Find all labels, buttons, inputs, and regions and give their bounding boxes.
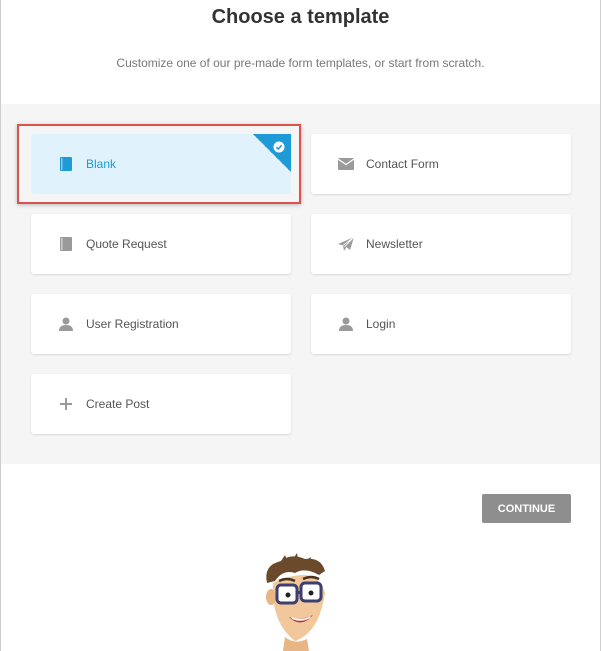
- template-card-quote-request[interactable]: Quote Request: [31, 214, 291, 274]
- template-card-login[interactable]: Login: [311, 294, 571, 354]
- template-label: User Registration: [86, 317, 179, 331]
- book-icon: [58, 156, 74, 172]
- template-card-newsletter[interactable]: Newsletter: [311, 214, 571, 274]
- template-grid: Blank Contact Form Quote Request Newslet…: [1, 104, 600, 464]
- template-label: Blank: [86, 157, 117, 171]
- template-card-blank[interactable]: Blank: [31, 134, 291, 194]
- plus-icon: [58, 396, 74, 412]
- check-circle-icon: [273, 140, 285, 153]
- mascot-illustration: [266, 553, 325, 651]
- selected-corner-badge: [253, 134, 291, 172]
- template-label: Login: [366, 317, 396, 331]
- continue-button[interactable]: CONTINUE: [482, 494, 571, 523]
- template-card-contact-form[interactable]: Contact Form: [311, 134, 571, 194]
- envelope-icon: [338, 156, 354, 172]
- template-label: Contact Form: [366, 157, 439, 171]
- page-subtitle: Customize one of our pre-made form templ…: [116, 56, 485, 70]
- template-label: Newsletter: [366, 237, 423, 251]
- user-icon: [338, 316, 354, 332]
- template-card-user-registration[interactable]: User Registration: [31, 294, 291, 354]
- page-title: Choose a template: [211, 6, 390, 28]
- user-icon: [58, 316, 74, 332]
- template-card-create-post[interactable]: Create Post: [31, 374, 291, 434]
- paper-plane-icon: [338, 236, 354, 252]
- template-label: Quote Request: [86, 237, 167, 251]
- template-label: Create Post: [86, 397, 150, 411]
- book-icon: [58, 236, 74, 252]
